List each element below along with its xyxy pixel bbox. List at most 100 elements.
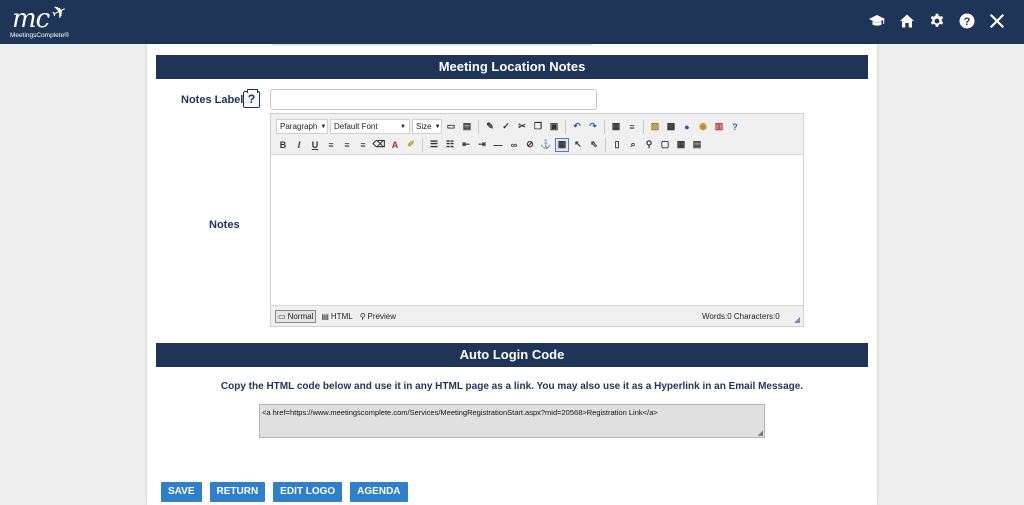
font-value: Default Font [334, 122, 378, 131]
tab-preview-label: Preview [367, 312, 396, 321]
underline-icon[interactable]: U [308, 138, 322, 152]
help-icon[interactable]: ? [958, 12, 976, 30]
media-icon[interactable]: ◉ [696, 120, 710, 134]
indent-icon[interactable]: ⇥ [475, 138, 489, 152]
insert-image-icon[interactable]: ▨ [648, 120, 662, 134]
copy-icon[interactable]: ❐ [531, 120, 545, 134]
resize-handle-icon[interactable]: ◢ [794, 315, 800, 324]
outdent-icon[interactable]: ⇤ [459, 138, 473, 152]
toolbar-separator [565, 119, 566, 134]
font-color-icon[interactable]: A [388, 138, 402, 152]
format-block-icon[interactable]: ▭ [444, 120, 458, 134]
editor-status-bar: ▭ Normal ▤ HTML ⚲ Preview Words:0 Character… [271, 305, 803, 326]
resize-handle-icon[interactable]: ◢ [758, 429, 763, 437]
link-icon[interactable]: ∞ [507, 138, 521, 152]
edit-logo-button[interactable]: EDIT LOGO [273, 482, 343, 502]
eraser-icon[interactable]: ⌫ [372, 138, 386, 152]
meeting-location-notes-header: Meeting Location Notes [156, 55, 868, 79]
select-all-icon[interactable]: ▢ [658, 138, 672, 152]
unordered-list-icon[interactable]: ☷ [443, 138, 457, 152]
toolbar-separator [604, 119, 605, 134]
tab-preview[interactable]: ⚲ Preview [358, 310, 398, 323]
horizontal-rule-icon[interactable]: — [491, 138, 505, 152]
flash-icon[interactable]: ● [680, 120, 694, 134]
notes-label: Notes [209, 219, 240, 231]
paragraph-icon[interactable]: ≡ [625, 120, 639, 134]
highlight-icon[interactable]: ✐ [404, 138, 418, 152]
show-borders-icon[interactable]: ▦ [555, 137, 569, 152]
tab-normal[interactable]: ▭ Normal [275, 310, 317, 323]
gear-icon[interactable] [928, 12, 946, 30]
editor-mode-tabs: ▭ Normal ▤ HTML ⚲ Preview [275, 310, 398, 323]
agenda-button[interactable]: AGENDA [350, 482, 408, 502]
spellcheck-icon[interactable]: ✓ [499, 120, 513, 134]
auto-login-code-text: <a href=https://www.meetingscomplete.com… [262, 408, 658, 417]
insert-template-icon[interactable]: ▦ [609, 120, 623, 134]
find-replace-icon[interactable]: ⌕ [626, 138, 640, 152]
plane-icon: ✈ [48, 0, 71, 25]
help-icon[interactable]: ? [728, 120, 742, 134]
font-size-value: Size [416, 122, 432, 131]
auto-login-code-textarea[interactable]: <a href=https://www.meetingscomplete.com… [259, 404, 765, 438]
document-icon[interactable]: ▥ [712, 120, 726, 134]
font-size-select[interactable]: Size ▼ [412, 119, 442, 134]
chevron-down-icon: ▼ [400, 123, 406, 130]
new-document-icon[interactable]: ▯ [610, 138, 624, 152]
select-pointer-icon[interactable]: ↖ [571, 138, 585, 152]
cut-icon[interactable]: ✂ [515, 120, 529, 134]
align-right-icon[interactable]: ≡ [356, 138, 370, 152]
unlink-icon[interactable]: ⊘ [523, 138, 537, 152]
main-panel: Meeting Location Notes Notes Label ? Not… [147, 44, 877, 505]
notes-rich-text-editor: Paragraph ▼ Default Font ▼ Size ▼ ▭ ▤ ✎ ✓ ✂… [270, 113, 804, 327]
home-icon[interactable] [898, 12, 916, 30]
paragraph-format-select[interactable]: Paragraph ▼ [276, 119, 328, 134]
logo-text: mc [12, 4, 50, 34]
top-icon-group: ? [868, 12, 1006, 30]
notes-label-label: Notes Label [181, 94, 244, 106]
return-button[interactable]: RETURN [209, 482, 266, 502]
tab-normal-label: Normal [287, 312, 314, 321]
normal-mode-icon: ▭ [278, 312, 286, 321]
table-properties-icon[interactable]: ▤ [690, 138, 704, 152]
image-gallery-icon[interactable]: ▩ [664, 120, 678, 134]
paste-icon[interactable]: ▣ [547, 120, 561, 134]
clean-format-icon[interactable]: ✎ [483, 120, 497, 134]
meetingscomplete-logo[interactable]: mc ✈ MeetingsComplete® [8, 0, 78, 42]
binoculars-icon[interactable]: ⚲ [642, 138, 656, 152]
undo-icon[interactable]: ↶ [570, 120, 584, 134]
redo-icon[interactable]: ↷ [586, 120, 600, 134]
css-class-icon[interactable]: ▤ [460, 120, 474, 134]
auto-login-instructions: Copy the HTML code below and use it in a… [220, 381, 804, 392]
html-mode-icon: ▤ [321, 312, 329, 321]
word-character-counter: Words:0 Characters:0 [702, 312, 780, 321]
italic-icon[interactable]: I [292, 138, 306, 152]
ordered-list-icon[interactable]: ☰ [427, 138, 441, 152]
align-left-icon[interactable]: ≡ [324, 138, 338, 152]
tab-html[interactable]: ▤ HTML [319, 310, 354, 323]
logo-subtext: MeetingsComplete® [10, 32, 69, 39]
paragraph-format-value: Paragraph [280, 122, 318, 131]
toolbar-separator [422, 137, 423, 152]
font-select[interactable]: Default Font ▼ [330, 119, 410, 134]
anchor-icon[interactable]: ⚓ [539, 138, 553, 152]
tab-html-label: HTML [330, 312, 353, 321]
toolbar-separator [605, 137, 606, 152]
toolbar-row-1: Paragraph ▼ Default Font ▼ Size ▼ ▭ ▤ ✎ ✓ ✂… [276, 118, 742, 135]
editor-content-area[interactable] [271, 155, 803, 305]
close-icon[interactable] [988, 12, 1006, 30]
bold-icon[interactable]: B [276, 138, 290, 152]
graduation-cap-icon[interactable] [868, 12, 886, 30]
auto-login-code-header: Auto Login Code [156, 343, 868, 367]
save-button[interactable]: SAVE [161, 482, 202, 502]
insert-table-icon[interactable]: ▦ [674, 138, 688, 152]
notes-label-input[interactable] [270, 89, 597, 110]
chevron-down-icon: ▼ [320, 123, 327, 130]
align-center-icon[interactable]: ≡ [340, 138, 354, 152]
top-navigation-bar: mc ✈ MeetingsComplete® ? [0, 0, 1024, 44]
help-icon[interactable]: ? [243, 89, 260, 108]
toolbar-separator [643, 119, 644, 134]
cursor-icon[interactable]: ⇖ [587, 138, 601, 152]
action-buttons: SAVE RETURN EDIT LOGO AGENDA [161, 482, 408, 502]
toolbar-separator [478, 119, 479, 134]
magnifier-icon: ⚲ [359, 312, 366, 321]
